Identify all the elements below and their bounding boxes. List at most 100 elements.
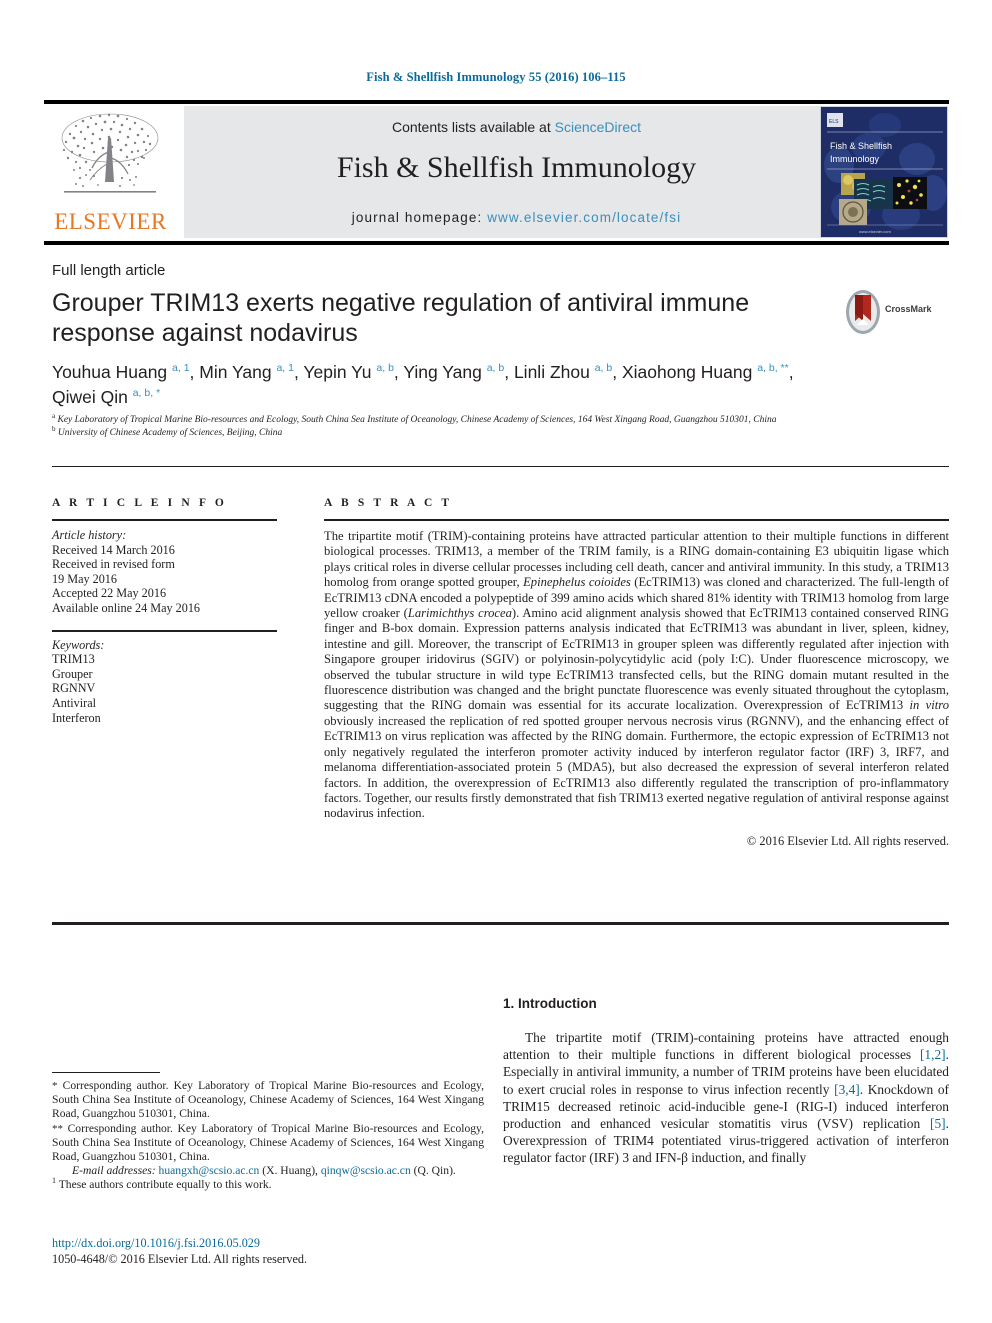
email-link-qin[interactable]: qinqw@scsio.ac.cn: [321, 1164, 411, 1177]
footnote-block: * Corresponding author. Key Laboratory o…: [52, 1079, 484, 1193]
issn-copyright-line: 1050-4648/© 2016 Elsevier Ltd. All right…: [52, 1251, 307, 1266]
abstract-copyright: © 2016 Elsevier Ltd. All rights reserved…: [746, 833, 949, 848]
cover-artwork: ELS Fish & Shellfish Immunology www.else…: [821, 107, 947, 237]
author-list: Youhua Huang a, 1, Min Yang a, 1, Yepin …: [52, 360, 822, 410]
author-separator: ,: [189, 362, 200, 382]
author-name[interactable]: Youhua Huang: [52, 362, 172, 382]
citation-ref-1-2[interactable]: [1,2]: [920, 1047, 946, 1062]
crossmark-label: CrossMark: [885, 304, 932, 314]
header-divider-rule: [52, 466, 949, 467]
author-name[interactable]: Linli Zhou: [514, 362, 595, 382]
history-line: Accepted 22 May 2016: [52, 586, 167, 601]
author-separator: ,: [612, 362, 622, 382]
affiliation-item: b University of Chinese Academy of Scien…: [52, 425, 852, 440]
keyword-item: Grouper: [52, 666, 93, 681]
author-name[interactable]: Ying Yang: [403, 362, 486, 382]
journal-title: Fish & Shellfish Immunology: [336, 151, 697, 184]
svg-text:ELS: ELS: [829, 119, 839, 125]
keyword-item: Interferon: [52, 710, 101, 725]
equal-text: These authors contribute equally to this…: [56, 1178, 272, 1192]
history-line: Available online 24 May 2016: [52, 600, 201, 615]
journal-cover-thumbnail: ELS Fish & Shellfish Immunology www.else…: [820, 106, 948, 238]
corr-text-1: Corresponding author. Key Laboratory of …: [52, 1079, 484, 1121]
author-name[interactable]: Xiaohong Huang: [622, 362, 757, 382]
email-owner-qin: (Q. Qin).: [410, 1164, 456, 1178]
journal-masthead: ELSEVIER Contents lists available at Sci…: [44, 100, 949, 240]
contents-lists-line: Contents lists available at ScienceDirec…: [184, 119, 849, 135]
affiliation-text: Key Laboratory of Tropical Marine Bio-re…: [55, 415, 777, 425]
doi-link[interactable]: http://dx.doi.org/10.1016/j.fsi.2016.05.…: [52, 1236, 492, 1252]
page-title: Grouper TRIM13 exerts negative regulatio…: [52, 289, 750, 347]
abstract-heading: A B S T R A C T: [324, 497, 453, 509]
email-label: E-mail addresses:: [72, 1164, 156, 1178]
author-name[interactable]: Qiwei Qin: [52, 387, 133, 407]
footnote-divider: [52, 1072, 160, 1073]
article-history-block: Article history: Received 14 March 2016 …: [52, 528, 277, 616]
email-link-huang[interactable]: huangxh@scsio.ac.cn: [159, 1164, 260, 1177]
history-line: Received in revised form: [52, 557, 175, 572]
svg-text:Immunology: Immunology: [830, 154, 880, 164]
keywords-rule: [52, 629, 277, 632]
author-separator: ,: [788, 362, 794, 382]
masthead-bottom-rule: [44, 241, 949, 245]
paper-page: Fish & Shellfish Immunology 55 (2016) 10…: [0, 0, 992, 1323]
elsevier-wordmark: ELSEVIER: [54, 209, 167, 234]
crossmark-icon: [846, 290, 880, 334]
doi-block: http://dx.doi.org/10.1016/j.fsi.2016.05.…: [52, 1236, 492, 1267]
elsevier-logo: ELSEVIER: [44, 106, 178, 238]
author-affiliation-marker: a, b, **: [757, 362, 789, 375]
corr-marker-2: **: [52, 1122, 63, 1135]
masthead-top-rule: [44, 100, 949, 104]
sciencedirect-band: Contents lists available at ScienceDirec…: [184, 106, 849, 238]
abstract-bottom-rule: [52, 922, 949, 925]
corr-text-2: Corresponding author. Key Laboratory of …: [52, 1121, 484, 1164]
contents-lists-label: Contents lists available at: [391, 119, 555, 135]
author-name[interactable]: Min Yang: [199, 362, 276, 382]
homepage-label: journal homepage:: [351, 210, 488, 225]
introduction-paragraph: The tripartite motif (TRIM)-containing p…: [503, 1029, 949, 1167]
article-info-column: A R T I C L E I N F O Article history: R…: [52, 497, 277, 725]
crossmark-badge[interactable]: CrossMark: [843, 288, 949, 338]
email-owner-huang: (X. Huang),: [259, 1164, 321, 1178]
abstract-species-2: Larimichthys crocea: [407, 606, 512, 621]
corresponding-author-1: * Corresponding author. Key Laboratory o…: [52, 1079, 484, 1122]
elsevier-tree-icon: [61, 113, 159, 193]
homepage-link[interactable]: www.elsevier.com/locate/fsi: [487, 210, 681, 225]
svg-text:Fish & Shellfish: Fish & Shellfish: [830, 141, 892, 151]
keyword-item: TRIM13: [52, 652, 95, 667]
author-affiliation-marker: a, b: [594, 362, 613, 375]
keyword-item: RGNNV: [52, 681, 96, 696]
abstract-part-4: obviously increased the replication of r…: [324, 713, 949, 821]
author-affiliation-marker: a, b: [486, 362, 505, 375]
abstract-rule: [324, 519, 949, 521]
author-affiliation-marker: a, 1: [276, 362, 294, 375]
affiliation-item: a Key Laboratory of Tropical Marine Bio-…: [52, 412, 852, 427]
keywords-block: Keywords: TRIM13 Grouper RGNNV Antiviral…: [52, 638, 277, 726]
author-separator: ,: [293, 362, 304, 382]
abstract-invitro: in vitro: [909, 698, 949, 713]
abstract-part-3: ). Amino acid alignment analysis showed …: [324, 606, 949, 713]
keyword-item: Antiviral: [52, 695, 97, 710]
affiliation-list: a Key Laboratory of Tropical Marine Bio-…: [52, 412, 852, 440]
keywords-label: Keywords:: [52, 637, 105, 652]
abstract-species-1: Epinephelus coioides: [523, 575, 631, 590]
author-separator: ,: [393, 362, 404, 382]
sciencedirect-link[interactable]: ScienceDirect: [555, 119, 641, 135]
history-line: Received 14 March 2016: [52, 542, 175, 557]
equal-contribution-note: 1 These authors contribute equally to th…: [52, 1177, 484, 1192]
abstract-text: The tripartite motif (TRIM)-containing p…: [324, 529, 949, 822]
author-affiliation-marker: a, b, *: [132, 387, 161, 400]
affiliation-text: University of Chinese Academy of Science…: [55, 427, 283, 438]
author-affiliation-marker: a, 1: [172, 362, 190, 375]
citation-ref-5[interactable]: [5]: [930, 1116, 946, 1131]
article-info-rule: [52, 519, 277, 521]
author-affiliation-marker: a, b: [376, 362, 394, 375]
introduction-heading: 1. Introduction: [503, 996, 597, 1011]
citation-ref-3-4[interactable]: [3,4]: [834, 1082, 860, 1097]
intro-text-1: The tripartite motif (TRIM)-containing p…: [503, 1030, 949, 1063]
journal-homepage-line: journal homepage: www.elsevier.com/locat…: [184, 210, 849, 225]
author-name[interactable]: Yepin Yu: [303, 362, 376, 382]
abstract-column: A B S T R A C T The tripartite motif (TR…: [324, 497, 949, 849]
article-history-label: Article history:: [52, 528, 127, 542]
email-addresses-line: E-mail addresses: huangxh@scsio.ac.cn (X…: [52, 1164, 484, 1178]
